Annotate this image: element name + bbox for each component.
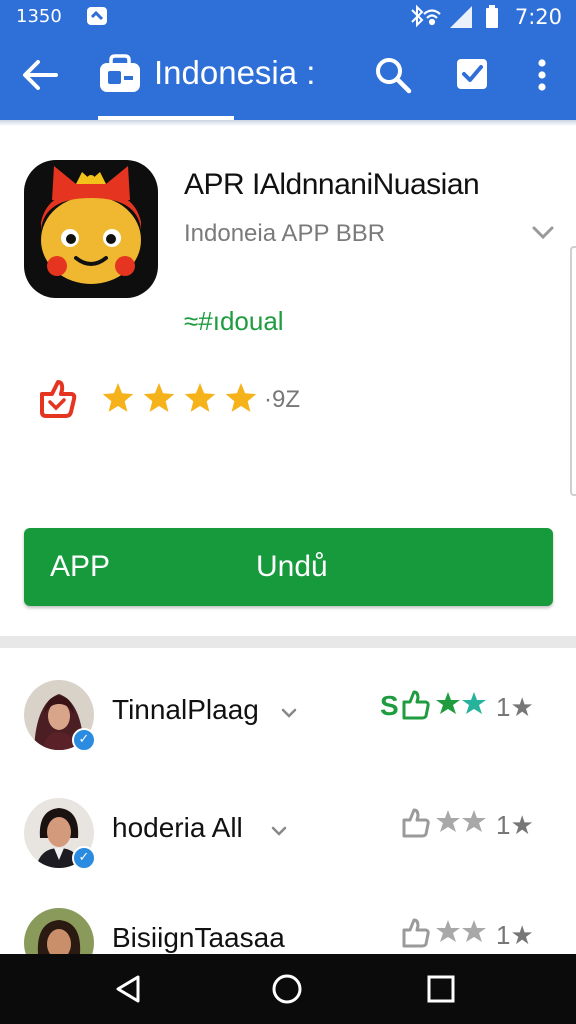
signal-icon — [450, 6, 472, 28]
recents-square-icon[interactable] — [424, 972, 458, 1006]
checkbox-icon[interactable] — [455, 57, 489, 91]
chevron-down-icon[interactable] — [280, 706, 298, 720]
reviewer-name[interactable]: hoderia All — [112, 812, 243, 844]
reviewer-name[interactable]: TinnalPlaag — [112, 694, 259, 726]
review-actions: 1★ — [402, 808, 534, 840]
verified-badge-icon: ✓ — [72, 846, 96, 870]
status-clock: 7:20 — [514, 5, 562, 29]
more-vert-icon[interactable] — [530, 56, 554, 94]
like-badge-icon — [40, 380, 77, 418]
app-title: APR IAldnnaniNuasian — [184, 168, 480, 201]
status-left-text: 1350 — [16, 6, 62, 27]
star-rating-icons — [436, 810, 486, 832]
home-circle-icon[interactable] — [270, 972, 304, 1006]
toolbar-title[interactable]: Indonesia : — [154, 54, 315, 92]
review-item[interactable]: ✓ TinnalPlaag S 1★ — [0, 680, 576, 780]
review-item[interactable]: ✓ hoderia All 1★ — [0, 798, 576, 898]
back-triangle-icon[interactable] — [112, 972, 146, 1006]
review-score: 1★ — [496, 920, 534, 950]
app-icon[interactable] — [24, 160, 158, 298]
verified-badge-icon: ✓ — [72, 728, 96, 752]
wifi-icon — [423, 9, 441, 26]
install-button-label: Undů — [256, 550, 328, 583]
notification-app-icon — [87, 7, 107, 25]
star-rating-icons — [436, 920, 486, 942]
chevron-down-icon[interactable] — [270, 824, 288, 838]
app-developer[interactable]: Indoneia APP BBR — [184, 220, 385, 248]
chevron-down-icon[interactable] — [530, 222, 556, 244]
review-actions: 1★ — [402, 918, 534, 950]
star-icon — [225, 383, 257, 412]
back-arrow-icon[interactable] — [20, 58, 60, 92]
app-category-tag[interactable]: ≈#ıdoual — [184, 306, 284, 337]
money-label: S — [380, 690, 399, 721]
install-button-left-label: APP — [50, 550, 111, 583]
section-divider — [0, 636, 576, 648]
rating-count: ·9Z — [264, 386, 300, 413]
toolbar-shadow — [0, 120, 576, 126]
star-rating-icons — [436, 692, 486, 714]
screen: 1350 7:20 Indonesia: APR IAldnnaniNuasi… — [0, 0, 576, 1024]
scroll-indicator — [570, 246, 576, 496]
install-button[interactable]: APP Undů — [24, 528, 553, 606]
status-icons — [411, 4, 498, 28]
reviewer-name[interactable]: BisiignTaasaa — [112, 922, 285, 954]
store-bag-icon[interactable] — [98, 54, 142, 94]
review-score: 1★ — [496, 692, 534, 722]
thumb-up-icon — [402, 918, 430, 948]
thumb-up-icon — [402, 690, 430, 720]
bluetooth-icon — [411, 4, 424, 28]
search-icon[interactable] — [374, 56, 412, 94]
rating-row: ·9Z — [36, 378, 336, 422]
review-score: 1★ — [496, 810, 534, 840]
star-icon — [184, 383, 216, 412]
system-nav-bar — [0, 954, 576, 1024]
star-icon — [143, 383, 175, 412]
star-icon — [102, 383, 134, 412]
mascot-icon — [41, 166, 141, 284]
status-bar: 1350 7:20 — [0, 0, 576, 36]
battery-icon — [486, 8, 498, 28]
app-toolbar: Indonesia : — [0, 36, 576, 120]
rating-stars — [102, 383, 257, 412]
review-actions: S 1★ — [380, 690, 534, 722]
thumb-up-icon — [402, 808, 430, 838]
